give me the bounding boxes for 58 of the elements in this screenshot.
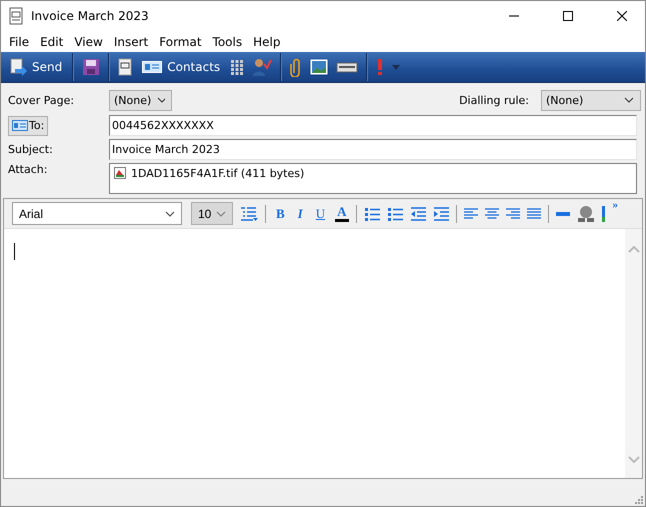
image-icon[interactable]	[310, 59, 328, 75]
cover-page-dropdown[interactable]: (None)	[109, 90, 172, 110]
field-label: Attach:	[8, 163, 48, 176]
bold-button[interactable]: B	[273, 206, 288, 222]
window-title: Invoice March 2023	[31, 9, 149, 23]
chevron-down-icon	[216, 210, 226, 216]
send-button[interactable]: Send	[7, 58, 64, 76]
align-left-icon[interactable]	[464, 208, 478, 220]
font-dropdown[interactable]: Arial	[12, 202, 182, 225]
contact-card-icon	[142, 60, 162, 74]
paperclip-icon[interactable]	[290, 57, 302, 77]
grid-icon[interactable]	[230, 59, 244, 75]
attachment-field[interactable]: 1DAD1165F4A1F.tif (411 bytes)	[109, 163, 637, 194]
document-icon	[9, 7, 23, 25]
send-icon	[9, 58, 27, 76]
underline-button[interactable]: U	[312, 206, 328, 222]
page-icon[interactable]	[118, 58, 132, 76]
numbered-list-icon[interactable]	[364, 206, 380, 220]
color-bar-icon[interactable]	[602, 206, 606, 222]
field-label: Cover Page:	[8, 94, 76, 106]
menu-item[interactable]: View	[68, 34, 108, 48]
chevron-down-icon	[624, 97, 634, 103]
indent-icon[interactable]	[432, 206, 449, 220]
chevron-down-icon	[157, 97, 165, 103]
image-file-icon	[114, 167, 126, 179]
list-style-icon[interactable]	[240, 206, 258, 222]
dialling-rule-dropdown[interactable]: (None)	[541, 90, 641, 110]
more-button[interactable]: »	[612, 199, 618, 211]
italic-button[interactable]: I	[294, 206, 306, 222]
attachment-name[interactable]: 1DAD1165F4A1F.tif (411 bytes)	[131, 167, 304, 180]
to-button[interactable]: To:	[8, 116, 48, 136]
maximize-icon[interactable]	[563, 11, 573, 21]
bullet-list-icon[interactable]	[386, 206, 403, 220]
align-right-icon[interactable]	[506, 208, 520, 220]
text-cursor	[14, 243, 15, 260]
chevron-down-icon	[165, 210, 175, 216]
save-icon[interactable]	[82, 58, 100, 76]
font-color-button[interactable]: A	[335, 205, 349, 222]
field-label: Subject:	[8, 143, 54, 156]
resize-grip-icon[interactable]	[633, 494, 643, 504]
outdent-icon[interactable]	[410, 206, 426, 220]
menu-item[interactable]: Insert	[108, 34, 154, 48]
scanner-icon[interactable]	[336, 60, 358, 74]
menu-item[interactable]: Help	[247, 34, 286, 48]
menu-item[interactable]: Format	[153, 34, 207, 48]
person-check-icon[interactable]	[252, 57, 272, 77]
menu-item[interactable]: File	[3, 34, 34, 48]
contact-card-icon	[12, 120, 28, 131]
subject-field[interactable]: Invoice March 2023	[109, 139, 637, 160]
to-field[interactable]: 0044562XXXXXXX	[109, 115, 637, 136]
align-center-icon[interactable]	[484, 208, 499, 220]
align-justify-icon[interactable]	[526, 208, 541, 220]
field-label: Dialling rule:	[459, 94, 529, 106]
contacts-button[interactable]: Contacts	[140, 60, 222, 74]
menu-item[interactable]: Edit	[34, 34, 68, 48]
close-icon[interactable]	[617, 11, 627, 21]
menu-item[interactable]: Tools	[206, 34, 248, 48]
font-size-dropdown[interactable]: 10	[191, 202, 233, 225]
